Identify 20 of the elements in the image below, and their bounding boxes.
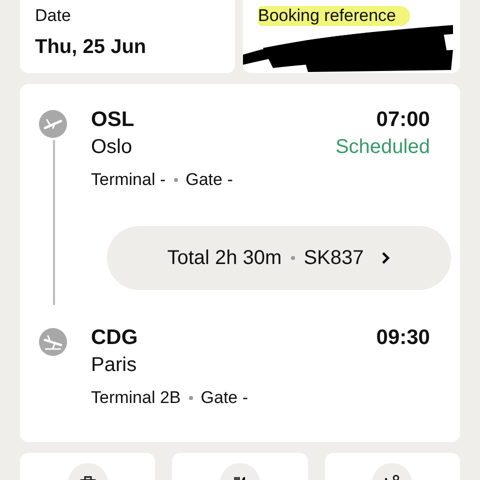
plane-icon (39, 110, 67, 138)
airport-code: CDG (91, 326, 139, 350)
terminal: Terminal 2B (91, 388, 181, 408)
time: 07:00 (375, 108, 430, 132)
flight-details-button[interactable]: Total 2h 30m SK837 (107, 226, 451, 290)
separator-dot (188, 396, 193, 400)
field-value: Thu, 25 Jun (35, 36, 146, 59)
separator-dot (174, 178, 178, 182)
flight-status: Scheduled (335, 136, 430, 159)
city-name: Oslo (91, 136, 134, 159)
gate: Gate - (186, 170, 233, 190)
terminal: Terminal - (91, 170, 166, 190)
plane-icon (39, 328, 67, 356)
chevron-right-icon (380, 251, 391, 265)
city-name: Paris (91, 354, 138, 377)
gate: Gate - (200, 388, 248, 408)
airport-code: OSL (91, 108, 136, 132)
field-label: Date (35, 6, 72, 26)
field-label: Booking reference (258, 6, 410, 26)
time: 09:30 (376, 326, 430, 350)
